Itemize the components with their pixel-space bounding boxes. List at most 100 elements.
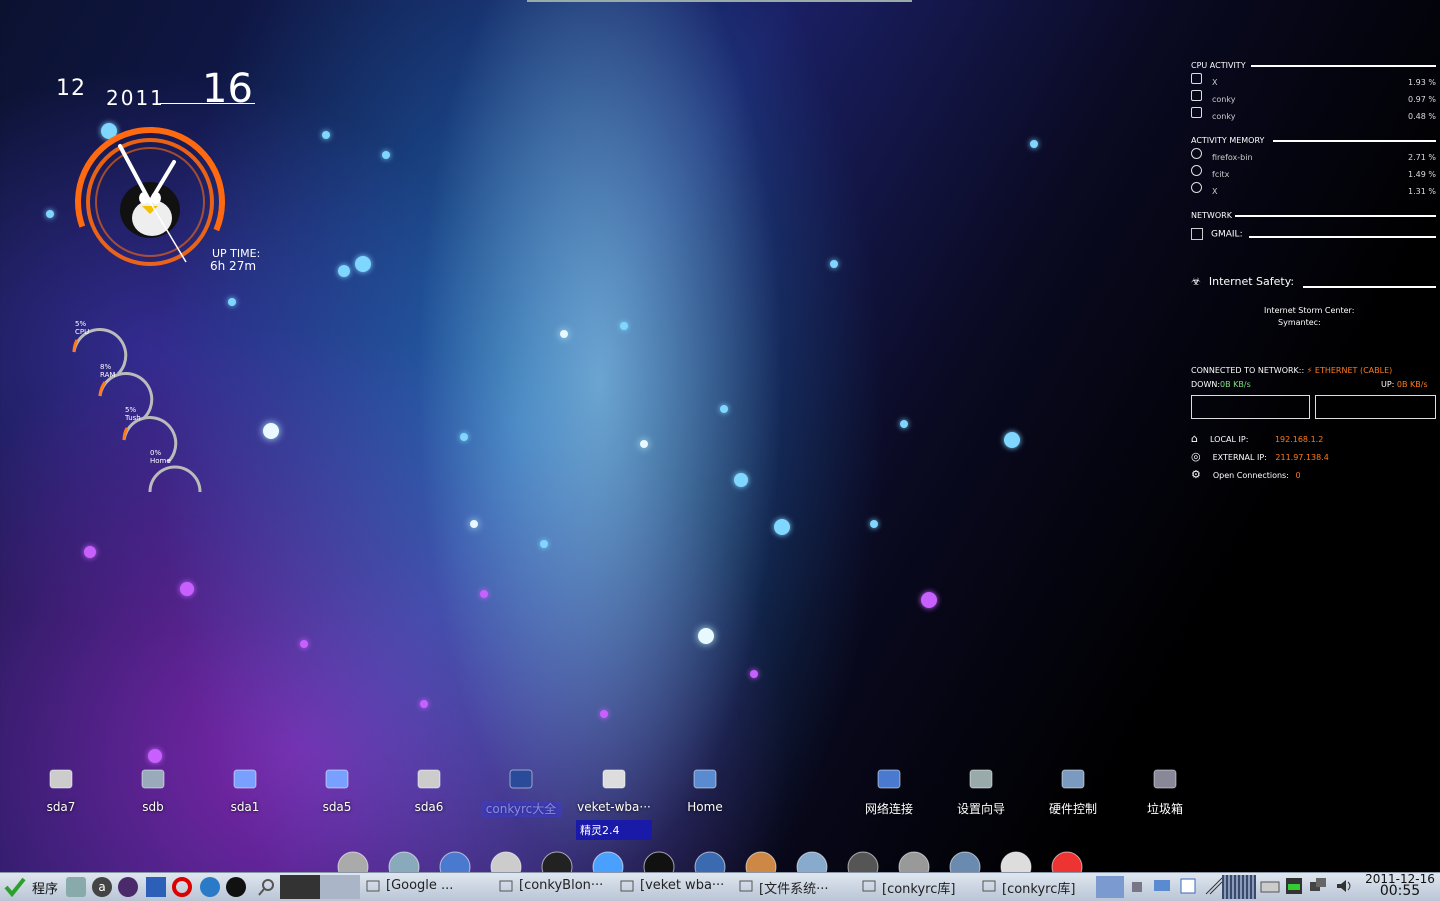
local-ip-row: ⌂ LOCAL IP: 192.168.1.2 [1191, 432, 1324, 445]
drive-icon [739, 879, 753, 893]
desktop-icon-Home[interactable]: Home [665, 762, 745, 814]
graph-tray-icon[interactable] [1204, 876, 1224, 896]
cpu-process-row: conky 0.48 % [1191, 107, 1436, 121]
mem-process-row: firefox-bin 2.71 % [1191, 148, 1436, 162]
gear-icon [620, 879, 634, 893]
taskbar-task[interactable]: [conkyBlon··· [497, 873, 615, 901]
divider [1235, 215, 1436, 217]
bokeh-dot [698, 628, 714, 644]
desktop-icon-垃圾箱[interactable]: 垃圾箱 [1125, 762, 1205, 817]
desktop-icon-veket-wba···[interactable]: veket-wba··· [574, 762, 654, 814]
folder-window-icon [504, 762, 538, 796]
battery-tray-icon[interactable] [1284, 876, 1304, 896]
tux-penguin-icon [120, 182, 180, 238]
workspace-2[interactable] [320, 875, 360, 899]
bokeh-dot [228, 298, 236, 306]
mem-process-row: X 1.31 % [1191, 182, 1436, 196]
mem-process-row: fcitx 1.49 % [1191, 165, 1436, 179]
drive-red-icon [228, 762, 262, 796]
window-icon [862, 879, 876, 893]
bokeh-dot [870, 520, 878, 528]
bokeh-dot [830, 260, 838, 268]
cpu-process-row: X 1.93 % [1191, 73, 1436, 87]
cpu-activity-title: CPU ACTIVITY [1191, 61, 1246, 70]
desktop-icon-设置向导[interactable]: 设置向导 [941, 762, 1021, 817]
media-player-icon[interactable] [118, 877, 138, 897]
desktop-icon[interactable] [146, 877, 166, 897]
cpu-process-row: conky 0.97 % [1191, 90, 1436, 104]
opera-icon[interactable] [172, 877, 192, 897]
bokeh-dot [734, 473, 748, 487]
top-edge-line [527, 0, 912, 2]
cpu-monitor-tray [1222, 875, 1256, 899]
keyboard-tray-icon[interactable] [1260, 876, 1280, 896]
storm-center-label: Internet Storm Center: [1264, 306, 1355, 315]
drive-icon [412, 762, 446, 796]
memory-icon [1191, 182, 1202, 193]
desktop-icon-硬件控制[interactable]: 硬件控制 [1033, 762, 1113, 817]
desktop-icon-label: sda1 [230, 800, 260, 814]
uptime-value: 6h 27m [210, 259, 257, 273]
taskbar-task[interactable]: [Google ... [364, 873, 482, 901]
bokeh-dot [382, 151, 390, 159]
taskbar-clock[interactable]: 2011-12-16 00:55 [1360, 873, 1440, 901]
start-menu-button[interactable]: 程序 [0, 873, 64, 901]
bokeh-dot [322, 131, 330, 139]
drive-icon [44, 762, 78, 796]
window-tray-icon[interactable] [1178, 876, 1198, 896]
file-manager-icon[interactable] [66, 877, 86, 897]
desktop-icon-sda1[interactable]: sda1 [205, 762, 285, 814]
search-icon[interactable] [256, 877, 276, 897]
bokeh-dot [180, 582, 194, 596]
down-graph [1191, 395, 1310, 419]
connected-row: CONNECTED TO NETWORK:: ⚡ ETHERNET (CABLE… [1191, 366, 1393, 375]
desktop-icon-网络连接[interactable]: 网络连接 [849, 762, 929, 817]
desktop-icon-sda6[interactable]: sda6 [389, 762, 469, 814]
taskbar-task[interactable]: [文件系统··· [737, 873, 855, 901]
display-tray-icon[interactable] [1152, 876, 1172, 896]
internet-safety-row: ☣ Internet Safety: [1191, 275, 1295, 288]
checkmark-icon [4, 877, 26, 897]
ring-home: 0% Home [150, 449, 171, 465]
taskbar-task[interactable]: [conkyrc库] [860, 873, 978, 901]
qq-icon[interactable] [226, 877, 246, 897]
desktop-icon-sda7[interactable]: sda7 [21, 762, 101, 814]
anchor-app-icon[interactable]: a [92, 877, 112, 897]
network-tray-icon[interactable] [1308, 876, 1328, 896]
bokeh-dot [300, 640, 308, 648]
date-year: 2011 [106, 86, 165, 110]
desktop-icon-sda5[interactable]: sda5 [297, 762, 377, 814]
desktop-icon-label: sda5 [322, 800, 352, 814]
bokeh-dot [46, 210, 54, 218]
bokeh-dot [620, 322, 628, 330]
desktop-icon-label: 设置向导 [956, 802, 1005, 816]
firefox-icon [366, 879, 380, 893]
taskbar: 程序 a [Google ... [conkyBlon··· [veket wba·… [0, 872, 1440, 901]
up-speed: UP: 0B KB/s [1381, 380, 1428, 389]
desktop-icon-label: sda7 [46, 800, 76, 814]
down-speed: DOWN:0B KB/s [1191, 380, 1251, 389]
external-ip-row: ◎ EXTERNAL IP: 211.97.138.4 [1191, 450, 1329, 463]
desktop-icon-label: Home [687, 800, 723, 814]
speaker-tray-icon[interactable] [1128, 876, 1148, 896]
home-icon [688, 762, 722, 796]
workspace-1[interactable] [280, 875, 320, 899]
divider [1249, 236, 1436, 238]
taskbar-task[interactable]: [conkyrc库] [980, 873, 1098, 901]
usb-disk-icon [136, 762, 170, 796]
window-icon [982, 879, 996, 893]
desktop-icon-sdb[interactable]: sdb [113, 762, 193, 814]
bokeh-dot [921, 592, 937, 608]
desktop-icon-label: veket-wba··· [577, 800, 651, 814]
bokeh-dot [148, 749, 162, 763]
desktop-icon-label: sdb [142, 800, 164, 814]
gmail-row: GMAIL: [1191, 228, 1243, 240]
biohazard-icon: ☣ [1191, 275, 1201, 288]
show-desktop-icon[interactable] [1096, 876, 1124, 898]
volume-tray-icon[interactable] [1334, 876, 1354, 896]
taskbar-task[interactable]: [veket wba··· [618, 873, 736, 901]
symantec-label: Symantec: [1278, 318, 1321, 327]
bokeh-dot [1030, 140, 1038, 148]
desktop-icon-label: sda6 [414, 800, 444, 814]
browser-icon[interactable] [200, 877, 220, 897]
